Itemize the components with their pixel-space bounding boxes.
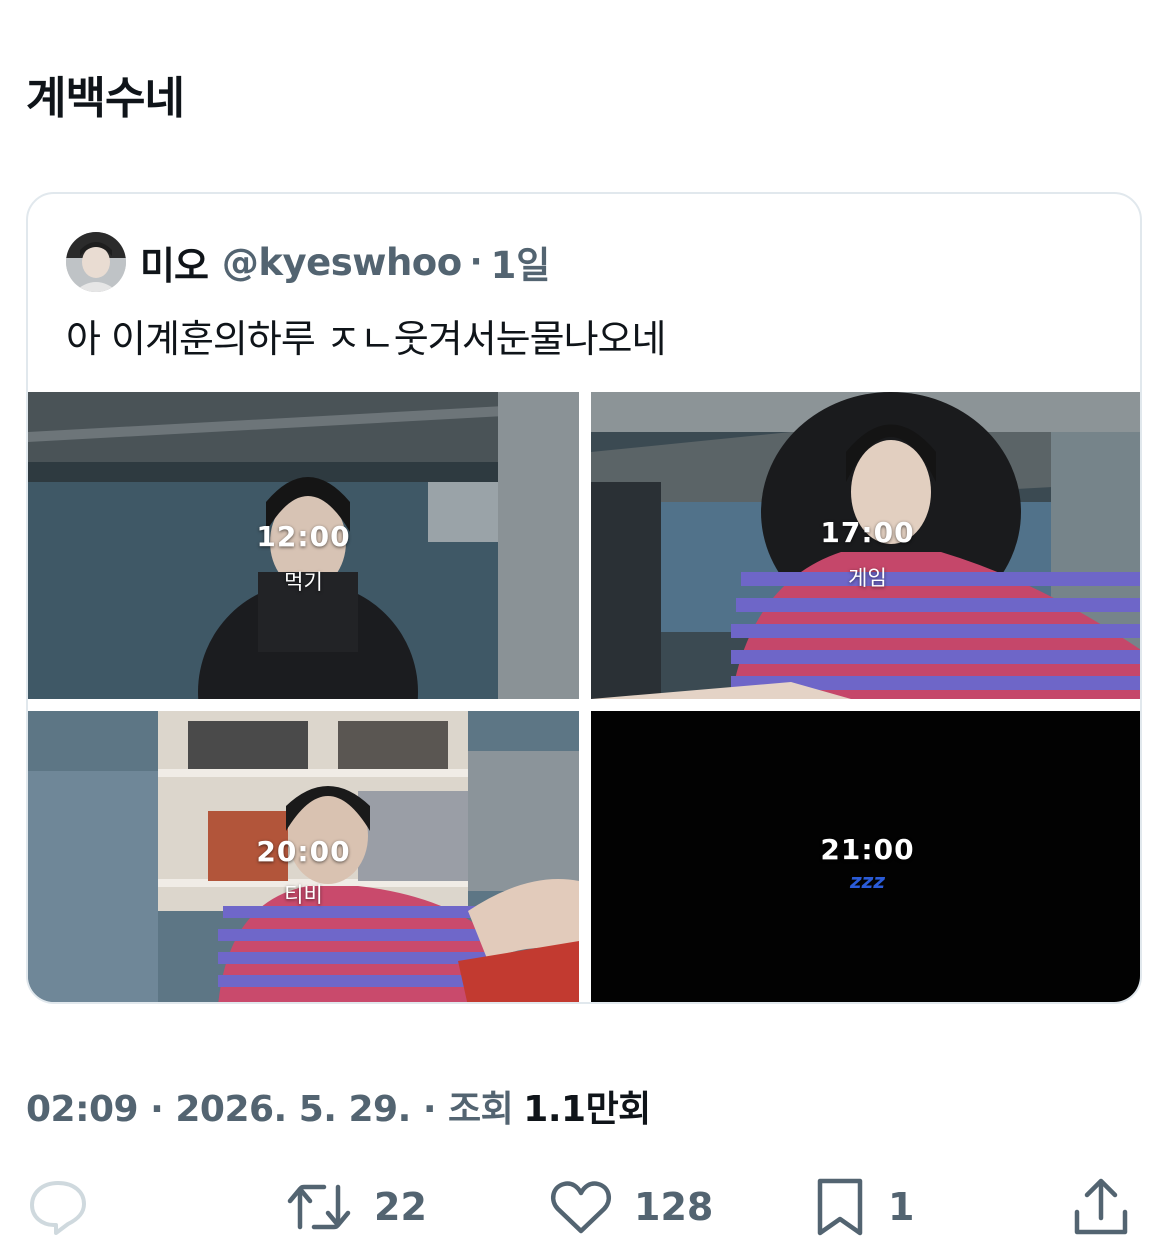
- post-date[interactable]: 2026. 5. 29.: [175, 1089, 411, 1130]
- bookmark-button[interactable]: 1: [814, 1172, 914, 1242]
- media-image-4[interactable]: 21:00 zzz: [591, 711, 1140, 1002]
- activity-label: 게임: [848, 566, 887, 590]
- like-count: 128: [634, 1185, 714, 1229]
- retweet-count: 22: [374, 1185, 427, 1229]
- handle[interactable]: @kyeswhoo: [222, 241, 462, 284]
- action-bar: 22 128 1: [0, 1172, 1169, 1242]
- time-label: 12:00: [256, 520, 351, 553]
- post-time[interactable]: 02:09: [26, 1089, 139, 1130]
- quoted-tweet-text: 아 이계훈의하루 ㅈㄴ웃겨서눈물나오네: [66, 317, 666, 361]
- share-icon: [1074, 1178, 1128, 1235]
- views-label: 조회: [448, 1089, 514, 1130]
- views-unit: 만회: [585, 1089, 652, 1130]
- post-age[interactable]: 1일: [491, 235, 551, 289]
- like-icon: [550, 1181, 612, 1234]
- retweet-button[interactable]: 22: [286, 1172, 427, 1242]
- separator-dot: ·: [469, 242, 483, 282]
- display-name[interactable]: 미오: [140, 235, 209, 290]
- reply-button[interactable]: [28, 1172, 110, 1242]
- views-count: 1.1: [523, 1089, 586, 1130]
- media-grid: 12:00 먹기 17:00 게임 20:00 티비 21:00 zzz: [28, 392, 1140, 1002]
- sleep-zzz-label: zzz: [850, 869, 885, 893]
- tweet-meta: 02:09 · 2026. 5. 29. · 조회 1.1 만회: [26, 1080, 651, 1132]
- bookmark-count: 1: [888, 1185, 915, 1229]
- time-label: 20:00: [256, 835, 351, 868]
- retweet-icon: [287, 1184, 351, 1230]
- media-image-2[interactable]: 17:00 게임: [591, 392, 1140, 699]
- avatar[interactable]: [66, 232, 126, 292]
- tweet-text: 계백수네: [26, 73, 185, 124]
- quoted-tweet-header: 미오 @kyeswhoo · 1일: [66, 232, 550, 292]
- reply-icon: [30, 1181, 86, 1235]
- time-label: 21:00: [820, 833, 915, 866]
- activity-label: 먹기: [284, 570, 323, 594]
- separator-dot: ·: [410, 1089, 449, 1130]
- separator-dot: ·: [138, 1089, 176, 1130]
- media-image-3[interactable]: 20:00 티비: [28, 711, 579, 1002]
- bookmark-icon: [817, 1178, 863, 1236]
- like-button[interactable]: 128: [550, 1172, 713, 1242]
- media-image-1[interactable]: 12:00 먹기: [28, 392, 579, 699]
- share-button[interactable]: [1072, 1172, 1130, 1242]
- time-label: 17:00: [820, 516, 915, 549]
- activity-label: 티비: [284, 883, 323, 907]
- quoted-tweet-card[interactable]: 미오 @kyeswhoo · 1일 아 이계훈의하루 ㅈㄴ웃겨서눈물나오네 12…: [26, 192, 1142, 1004]
